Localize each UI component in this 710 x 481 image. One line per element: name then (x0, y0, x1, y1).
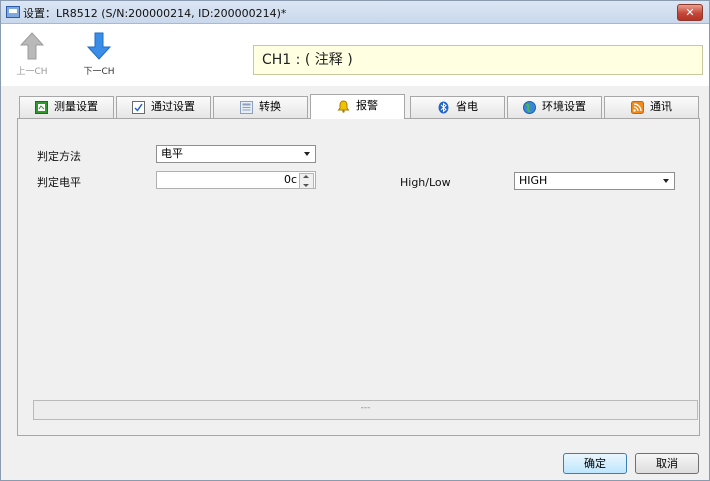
tab-environment-settings[interactable]: 环境设置 (507, 96, 602, 118)
settings-window: 设置：LR8512 (S/N:200000214, ID:200000214)*… (0, 0, 710, 481)
globe-icon (523, 100, 536, 114)
alarm-panel: 判定方法 电平 判定电平 0c High/Low HIGH --- (17, 118, 700, 436)
channel-comment: CH1 : ( 注释 ) (253, 45, 703, 75)
next-channel-button[interactable]: 下一CH (77, 32, 121, 82)
judgement-level-input[interactable]: 0c (156, 171, 316, 189)
arrow-down-icon (87, 32, 111, 60)
judgement-method-select[interactable]: 电平 (156, 145, 316, 163)
app-icon (6, 6, 20, 18)
tab-measure-settings[interactable]: 测量设置 (19, 96, 114, 118)
cancel-button[interactable]: 取消 (635, 453, 699, 474)
measure-icon (35, 100, 48, 114)
tab-communication[interactable]: 通讯 (604, 96, 699, 118)
tab-conversion[interactable]: 转换 (213, 96, 308, 118)
toolbar: 上一CH 下一CH CH1 : ( 注释 ) (1, 24, 709, 86)
window-title: 设置：LR8512 (S/N:200000214, ID:200000214)* (23, 7, 287, 20)
ok-button[interactable]: 确定 (563, 453, 627, 474)
status-bar: --- (33, 400, 698, 420)
spinner-buttons[interactable] (299, 173, 314, 189)
chevron-down-icon (663, 179, 669, 183)
tab-label: 环境设置 (542, 100, 586, 113)
bell-icon (337, 99, 350, 113)
tab-alarm[interactable]: 报警 (310, 94, 405, 119)
bluetooth-icon (438, 101, 449, 113)
prev-channel-label: 上一CH (16, 67, 48, 77)
judgement-method-value: 电平 (161, 147, 183, 160)
tab-label: 报警 (356, 99, 378, 112)
tab-label: 通过设置 (151, 100, 195, 113)
close-button[interactable]: ✕ (677, 4, 703, 21)
judgement-level-label: 判定电平 (37, 176, 81, 189)
tab-label: 转换 (259, 100, 281, 113)
chevron-down-icon (304, 152, 310, 156)
tab-label: 省电 (456, 100, 478, 113)
arrow-up-icon (20, 32, 44, 60)
checkbox-icon (132, 100, 145, 114)
tab-label: 测量设置 (54, 100, 98, 113)
rss-icon (631, 100, 644, 114)
high-low-select[interactable]: HIGH (514, 172, 675, 190)
spin-down-icon (303, 184, 309, 187)
tab-power-save[interactable]: 省电 (410, 96, 505, 118)
tab-bar: 测量设置 通过设置 转换 报警 省电 环境设置 通讯 (17, 94, 701, 119)
judgement-level-value: 0c (283, 173, 297, 186)
status-text: --- (360, 403, 371, 413)
tab-label: 通讯 (650, 100, 672, 113)
next-channel-label: 下一CH (83, 67, 115, 77)
tab-pass-settings[interactable]: 通过设置 (116, 96, 211, 118)
high-low-value: HIGH (519, 174, 548, 187)
high-low-label: High/Low (400, 176, 451, 189)
judgement-method-label: 判定方法 (37, 150, 81, 163)
spin-up-icon (303, 175, 309, 178)
title-bar: 设置：LR8512 (S/N:200000214, ID:200000214)*… (1, 1, 709, 24)
prev-channel-button[interactable]: 上一CH (10, 32, 54, 82)
calculator-icon (240, 100, 253, 114)
